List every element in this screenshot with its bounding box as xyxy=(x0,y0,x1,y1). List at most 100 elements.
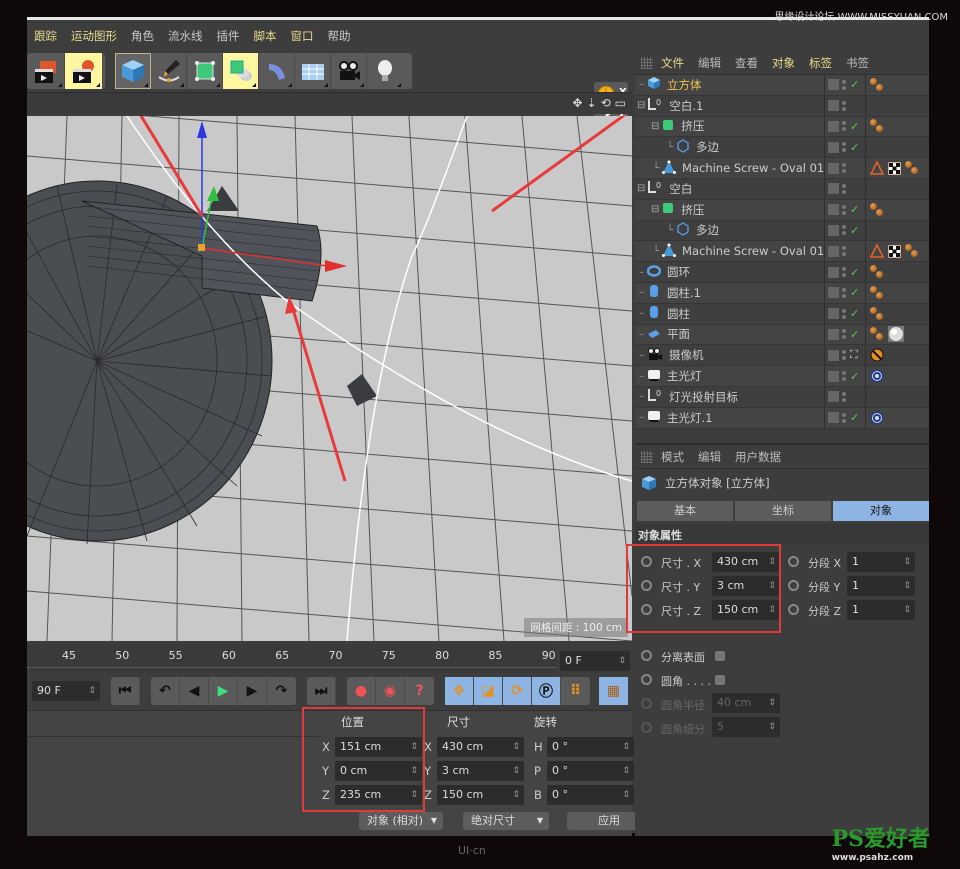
expand-icon[interactable]: ⊟ xyxy=(651,121,659,132)
object-name[interactable]: – 摄像机 xyxy=(639,347,704,364)
floor-button[interactable] xyxy=(295,53,331,89)
pen-button[interactable] xyxy=(151,53,187,89)
attribute-tab[interactable]: 基本 xyxy=(637,501,733,521)
layer-icon[interactable] xyxy=(828,224,839,236)
position-key-button[interactable]: ✥ xyxy=(445,677,474,705)
object-row[interactable]: └ Machine Screw - Oval 01 xyxy=(635,241,929,263)
object-name[interactable]: – 0 灯光投射目标 xyxy=(639,388,738,405)
layer-icon[interactable] xyxy=(828,204,839,216)
layer-icon[interactable] xyxy=(828,120,839,132)
layer-icon[interactable] xyxy=(828,141,839,153)
object-row[interactable]: – 圆柱.1 ✓ xyxy=(635,282,929,304)
enabled-check-icon[interactable]: ✓ xyxy=(850,307,859,320)
spinner-icon[interactable]: ⇕ xyxy=(618,651,626,671)
phong-tag-icon[interactable] xyxy=(870,306,884,321)
current-frame-field[interactable]: 0 F ⇕ xyxy=(560,651,630,671)
object-row[interactable]: – 0 灯光投射目标 xyxy=(635,386,929,408)
visibility-dots-icon[interactable] xyxy=(842,79,847,90)
attribute-tab[interactable]: 对象 xyxy=(833,501,929,521)
object-name[interactable]: – 平面 xyxy=(639,326,690,343)
om-menu-item[interactable]: 书签 xyxy=(846,56,869,70)
render-view-button[interactable] xyxy=(27,53,65,89)
object-name[interactable]: – 圆环 xyxy=(639,264,690,281)
pla-key-button[interactable]: ⠿ xyxy=(561,677,590,705)
object-row[interactable]: – 摄像机 ⛶ xyxy=(635,345,929,367)
segments-field[interactable]: 1 ⇕ xyxy=(847,576,915,596)
keyframe-selection-button[interactable]: ? xyxy=(405,677,434,705)
array-button[interactable] xyxy=(223,53,259,89)
spinner-icon[interactable]: ⇕ xyxy=(622,785,630,805)
render-settings-button[interactable] xyxy=(65,53,103,89)
spinner-icon[interactable]: ⇕ xyxy=(512,785,520,805)
object-row[interactable]: – 平面 ✓ xyxy=(635,324,929,346)
object-row[interactable]: ⊟ 挤压 ✓ xyxy=(635,116,929,138)
spinner-icon[interactable]: ⇕ xyxy=(903,552,911,572)
object-row[interactable]: ⊟ 0 空白 xyxy=(635,178,929,200)
spinner-icon[interactable]: ⇕ xyxy=(903,600,911,620)
menu-item[interactable]: 运动图形 xyxy=(64,28,124,44)
visibility-dots-icon[interactable] xyxy=(842,246,847,257)
camera-button[interactable] xyxy=(331,53,367,89)
maximize-view-icon[interactable]: ▭ xyxy=(615,96,626,110)
spinner-icon[interactable]: ⇕ xyxy=(88,681,96,701)
rotation-key-button[interactable]: ⟳ xyxy=(503,677,532,705)
layer-icon[interactable] xyxy=(828,162,839,174)
prev-key-button[interactable]: ↶ xyxy=(151,677,180,705)
go-to-start-button[interactable]: ⏮ xyxy=(111,677,140,705)
object-name[interactable]: └ Machine Screw - Oval 01 xyxy=(653,160,824,177)
visibility-dots-icon[interactable] xyxy=(842,183,847,194)
object-row[interactable]: – 主光灯 ✓ xyxy=(635,366,929,387)
spinner-icon[interactable]: ⇕ xyxy=(512,737,520,757)
rotation-p-field[interactable]: 0 ° ⇕ xyxy=(547,761,634,781)
timeline-ruler[interactable]: 45 50 55 60 65 70 75 80 85 90 xyxy=(27,645,557,673)
object-name[interactable]: ⊟ 挤压 xyxy=(651,201,704,218)
spinner-icon[interactable]: ⇕ xyxy=(622,737,630,757)
spinner-icon[interactable]: ⇕ xyxy=(512,761,520,781)
object-name[interactable]: └ 多边 xyxy=(667,222,719,239)
visibility-dots-icon[interactable] xyxy=(842,350,847,361)
visibility-dots-icon[interactable] xyxy=(842,121,847,132)
expand-icon[interactable]: ⊟ xyxy=(637,183,645,194)
menu-item[interactable]: 插件 xyxy=(210,28,247,44)
layer-icon[interactable] xyxy=(828,328,839,340)
visibility-dots-icon[interactable] xyxy=(842,204,847,215)
3d-viewport[interactable]: 网格间距 : 100 cm xyxy=(27,116,632,641)
rotate-view-icon[interactable]: ⟲ xyxy=(601,96,611,110)
om-menu-item[interactable]: 查看 xyxy=(735,56,758,70)
object-name[interactable]: ⊟ 0 空白.1 xyxy=(637,97,703,114)
timeline-button[interactable]: ▦ xyxy=(599,677,628,705)
target-tag-icon[interactable] xyxy=(870,411,884,425)
animate-radio[interactable] xyxy=(788,580,799,591)
visibility-dots-icon[interactable] xyxy=(842,371,847,382)
spinner-icon[interactable]: ⇕ xyxy=(768,717,776,737)
coord-mode-select[interactable]: 对象 (相对) ▼ xyxy=(359,812,443,830)
layer-icon[interactable] xyxy=(828,412,839,424)
object-name[interactable]: – 主光灯 xyxy=(639,368,702,385)
object-name[interactable]: └ Machine Screw - Oval 01 xyxy=(653,243,824,260)
enabled-check-icon[interactable]: ✓ xyxy=(850,286,859,299)
object-name[interactable]: – 圆柱.1 xyxy=(639,284,701,301)
object-row[interactable]: – 主光灯.1 ✓ xyxy=(635,407,929,429)
enabled-check-icon[interactable]: ✓ xyxy=(850,203,859,216)
move-view-icon[interactable]: ✥ xyxy=(572,96,582,110)
phong-tag-icon[interactable] xyxy=(905,244,919,258)
menu-item[interactable]: 角色 xyxy=(124,28,161,44)
phong-tag-icon[interactable] xyxy=(870,265,884,279)
menu-item[interactable]: 跟踪 xyxy=(27,28,64,44)
fillet-subdiv-field[interactable]: 5 ⇕ xyxy=(712,717,780,737)
phong-tag-icon[interactable] xyxy=(870,327,884,341)
am-menu-item[interactable]: 模式 xyxy=(661,450,684,464)
phong-tag-icon[interactable] xyxy=(870,202,884,217)
visibility-dots-icon[interactable] xyxy=(842,142,847,153)
zoom-view-icon[interactable]: ⇣ xyxy=(587,96,597,110)
enabled-check-icon[interactable]: ✓ xyxy=(850,411,859,424)
om-menu-item[interactable]: 编辑 xyxy=(698,56,721,70)
end-frame-field[interactable]: 90 F ⇕ xyxy=(32,681,100,701)
scale-key-button[interactable]: ◪ xyxy=(474,677,503,705)
play-button[interactable]: ▶ xyxy=(209,677,238,705)
spinner-icon[interactable]: ⇕ xyxy=(768,693,776,713)
animate-radio[interactable] xyxy=(641,698,652,709)
animate-radio[interactable] xyxy=(641,674,652,685)
layer-icon[interactable] xyxy=(828,287,839,299)
object-row[interactable]: – 立方体 ✓ xyxy=(635,75,929,96)
